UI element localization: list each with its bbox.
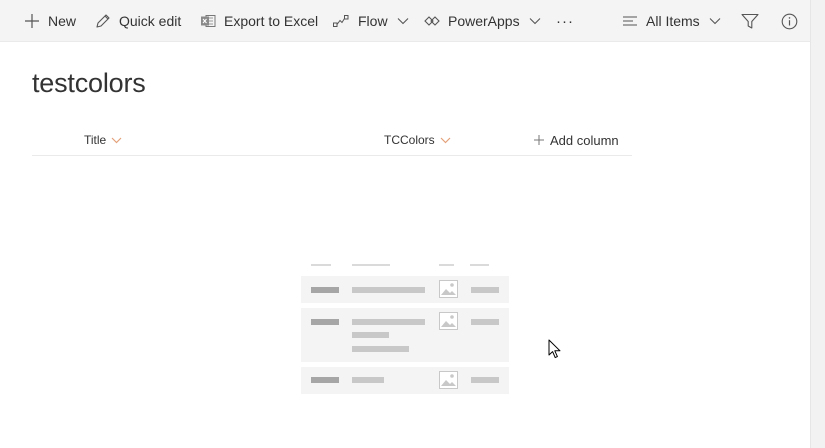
placeholder-line xyxy=(439,264,454,266)
powerapps-label: PowerApps xyxy=(448,13,520,29)
placeholder-line xyxy=(470,264,489,266)
plus-icon xyxy=(534,135,544,145)
chevron-down-icon xyxy=(111,137,122,144)
image-placeholder-icon xyxy=(439,312,458,330)
export-to-excel-button[interactable]: Export to Excel xyxy=(200,0,318,42)
placeholder-row xyxy=(301,367,509,394)
info-button[interactable] xyxy=(781,0,798,42)
powerapps-button[interactable]: PowerApps xyxy=(424,0,541,42)
add-column-button[interactable]: Add column xyxy=(534,126,619,154)
new-button[interactable]: New xyxy=(24,0,76,42)
view-selector-label: All Items xyxy=(646,13,700,29)
chevron-down-icon xyxy=(709,17,721,25)
chevron-down-icon xyxy=(440,137,451,144)
column-header-tccolors-label: TCColors xyxy=(384,133,435,147)
new-label: New xyxy=(48,13,77,29)
page-title: testcolors xyxy=(32,68,146,98)
column-header-tccolors[interactable]: TCColors xyxy=(384,126,451,154)
flow-icon xyxy=(332,13,350,29)
excel-icon xyxy=(200,13,216,29)
placeholder-line xyxy=(311,264,331,266)
placeholder-line xyxy=(311,377,339,383)
column-header-title-label: Title xyxy=(84,133,107,147)
placeholder-line xyxy=(471,377,499,383)
placeholder-line xyxy=(352,332,389,338)
powerapps-icon xyxy=(424,13,440,29)
column-header-row: Title TCColors Add column xyxy=(32,126,632,156)
more-label: ··· xyxy=(556,12,574,30)
flow-label: Flow xyxy=(358,13,388,29)
placeholder-line xyxy=(471,319,499,325)
column-header-title[interactable]: Title xyxy=(84,126,122,154)
pencil-icon xyxy=(95,13,111,29)
placeholder-row xyxy=(301,308,509,362)
vertical-scrollbar[interactable] xyxy=(810,0,825,448)
placeholder-line xyxy=(311,287,339,293)
chevron-down-icon xyxy=(397,17,409,25)
placeholder-line xyxy=(352,319,425,325)
placeholder-line xyxy=(352,377,384,383)
image-placeholder-icon xyxy=(439,371,458,389)
more-options-button[interactable]: ··· xyxy=(556,0,574,42)
filter-icon xyxy=(741,13,759,30)
info-icon xyxy=(781,13,798,30)
placeholder-row xyxy=(301,276,509,303)
image-placeholder-icon xyxy=(439,280,458,298)
list-view-icon xyxy=(622,14,638,28)
add-column-label: Add column xyxy=(550,132,619,148)
placeholder-line xyxy=(471,287,499,293)
quick-edit-button[interactable]: Quick edit xyxy=(95,0,181,42)
command-bar: New Quick edit Export to Excel Flow Powe… xyxy=(0,0,810,42)
placeholder-line xyxy=(352,264,390,266)
export-to-excel-label: Export to Excel xyxy=(224,13,319,29)
chevron-down-icon xyxy=(529,17,541,25)
view-selector-button[interactable]: All Items xyxy=(622,0,721,42)
placeholder-line xyxy=(352,346,409,352)
mouse-cursor-icon xyxy=(548,339,561,364)
quick-edit-label: Quick edit xyxy=(119,13,182,29)
filter-button[interactable] xyxy=(741,0,759,42)
empty-list-illustration xyxy=(300,262,510,396)
flow-button[interactable]: Flow xyxy=(332,0,409,42)
placeholder-line xyxy=(352,287,425,293)
plus-icon xyxy=(24,13,40,29)
placeholder-line xyxy=(311,319,339,325)
